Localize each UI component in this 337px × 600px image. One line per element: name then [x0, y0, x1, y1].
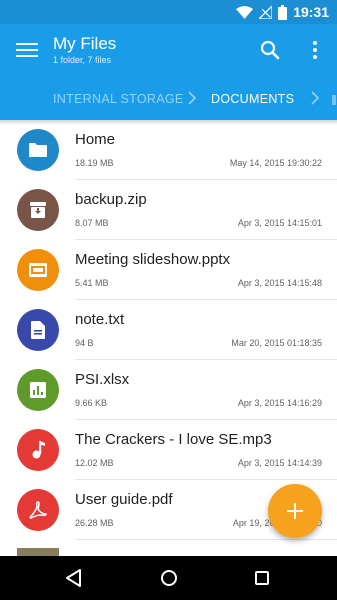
page-title: My Files [53, 34, 117, 53]
list-item[interactable]: PSI.xlsx 9.66 KB Apr 3, 2015 14:16:29 [0, 360, 337, 420]
list-item[interactable]: backup.zip 8.07 MB Apr 3, 2015 14:15:01 [0, 180, 337, 240]
page-subtitle: 1 folder, 7 files [53, 55, 112, 65]
home-circle-icon [161, 570, 177, 586]
file-name: backup.zip [75, 191, 147, 208]
app-bar: My Files 1 folder, 7 files [0, 24, 337, 80]
file-name: PSI.xlsx [75, 371, 130, 388]
status-bar: 19:31 [0, 0, 337, 24]
file-size: 94 B [75, 338, 94, 348]
battery-icon [278, 4, 288, 20]
search-icon [260, 40, 280, 60]
list-item[interactable]: note.txt 94 B Mar 20, 2015 01:18:35 [0, 300, 337, 360]
spreadsheet-icon [30, 382, 46, 398]
breadcrumb-documents[interactable]: DOCUMENTS [211, 92, 294, 106]
overflow-menu-button[interactable] [303, 38, 327, 62]
breadcrumb-shadow [0, 120, 337, 125]
file-name: Meeting slideshow.pptx [75, 251, 231, 268]
title-block: My Files 1 folder, 7 files [53, 34, 116, 65]
file-date: Apr 3, 2015 14:15:48 [237, 278, 322, 288]
breadcrumb-overflow [332, 95, 336, 105]
file-size: 9.66 KB [75, 398, 108, 408]
music-icon [32, 441, 45, 459]
divider [75, 539, 337, 540]
back-icon [66, 569, 81, 587]
status-icons: 19:31 [236, 3, 329, 21]
file-date: Apr 3, 2015 14:15:01 [237, 218, 322, 228]
pdf-icon [29, 501, 47, 519]
slideshow-icon [29, 263, 47, 277]
system-nav-bar [0, 556, 337, 600]
file-type-avatar [17, 369, 59, 411]
more-vert-icon [313, 41, 317, 59]
file-type-avatar [17, 189, 59, 231]
file-type-avatar [17, 309, 59, 351]
file-size: 26.28 MB [75, 518, 114, 528]
menu-icon [16, 43, 38, 45]
status-time: 19:31 [293, 4, 329, 20]
folder-icon [29, 143, 47, 157]
list-item[interactable]: The Crackers - I love SE.mp3 12.02 MB Ap… [0, 420, 337, 480]
recents-square-icon [255, 571, 269, 585]
file-date: Mar 20, 2015 01:18:35 [231, 338, 322, 348]
home-button[interactable] [157, 566, 181, 590]
list-item[interactable]: Meeting slideshow.pptx 5.41 MB Apr 3, 20… [0, 240, 337, 300]
file-date: Apr 3, 2015 14:14:39 [237, 458, 322, 468]
wifi-icon [236, 5, 254, 19]
archive-icon [30, 202, 46, 218]
recents-button[interactable] [250, 566, 274, 590]
list-item[interactable]: Home 18.19 MB May 14, 2015 19:30:22 [0, 120, 337, 180]
file-size: 12.02 MB [75, 458, 114, 468]
file-date: May 14, 2015 19:30:22 [229, 158, 322, 168]
search-button[interactable] [258, 38, 282, 62]
file-date: Apr 3, 2015 14:16:29 [237, 398, 322, 408]
back-button[interactable] [62, 566, 86, 590]
add-button[interactable] [268, 484, 322, 538]
file-name: The Crackers - I love SE.mp3 [75, 431, 272, 448]
file-size: 18.19 MB [75, 158, 114, 168]
file-type-avatar [17, 429, 59, 471]
chevron-right-icon [188, 91, 197, 105]
file-size: 5.41 MB [75, 278, 109, 288]
file-name: Home [75, 131, 116, 148]
breadcrumb: INTERNAL STORAGE DOCUMENTS [0, 80, 337, 120]
file-type-avatar [17, 249, 59, 291]
file-type-avatar [17, 489, 59, 531]
file-name: note.txt [75, 311, 125, 328]
file-type-avatar [17, 129, 59, 171]
image-thumbnail [17, 548, 59, 556]
chevron-right-icon [311, 91, 320, 105]
plus-icon [287, 503, 303, 519]
file-size: 8.07 MB [75, 218, 109, 228]
file-name: User guide.pdf [75, 491, 173, 508]
document-icon [31, 321, 45, 339]
breadcrumb-internal-storage[interactable]: INTERNAL STORAGE [53, 92, 184, 106]
no-signal-icon [259, 5, 273, 19]
menu-button[interactable] [16, 40, 38, 62]
